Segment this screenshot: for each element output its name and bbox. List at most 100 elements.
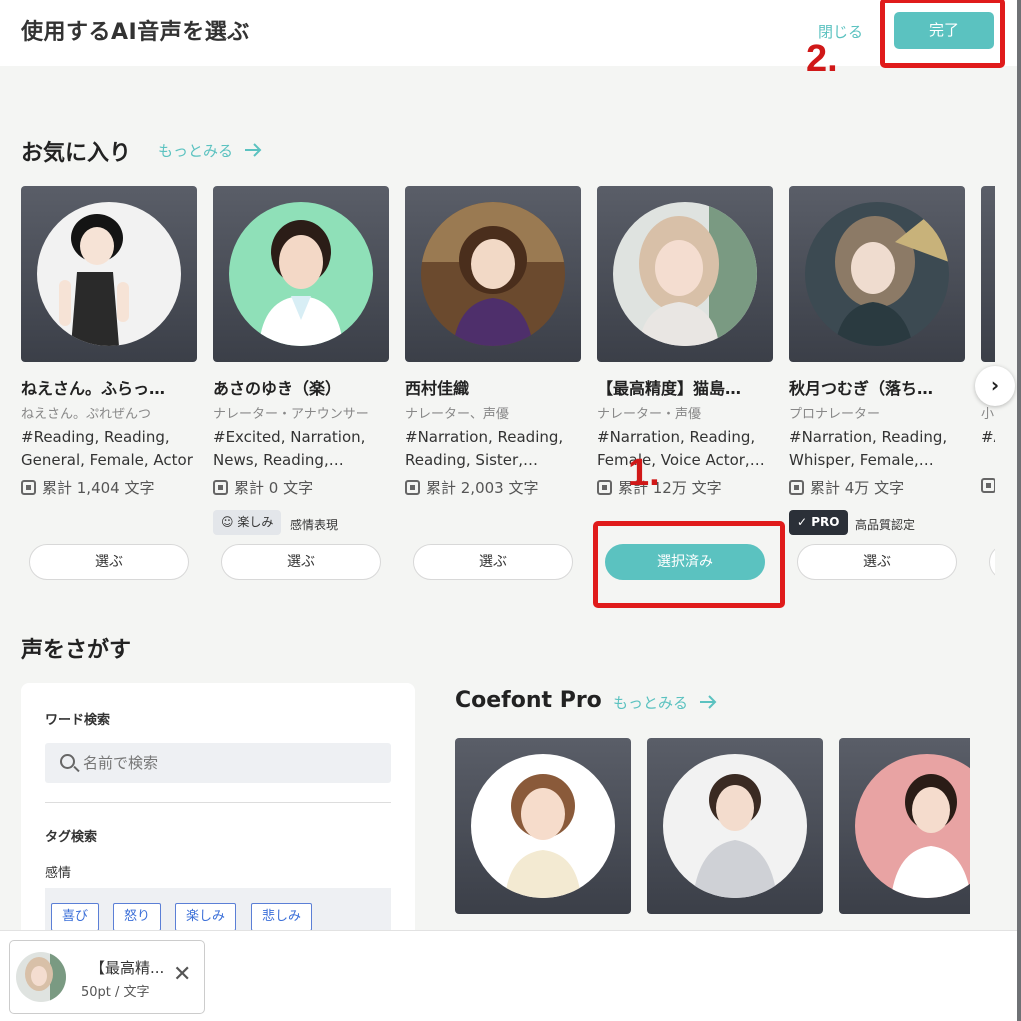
voice-count: 累計 1,404 文字 (21, 477, 154, 498)
window-edge (1017, 0, 1021, 1021)
voice-count-icon (789, 480, 804, 495)
next-carousel-button[interactable]: › (975, 366, 1015, 406)
voice-tags: #A W (981, 428, 995, 446)
search-box[interactable] (45, 743, 391, 783)
selected-voice-price: 50pt / 文字 (81, 985, 150, 1000)
voice-avatar (805, 202, 949, 346)
voice-count-text: 累計 4万 文字 (810, 479, 905, 497)
arrow-right-icon (244, 143, 262, 157)
search-section-title: 声をさがす (21, 638, 132, 663)
voice-card-image (597, 186, 773, 362)
selected-voice-chip[interactable]: 【最高精... 50pt / 文字 ✕ (9, 940, 205, 1014)
voice-card[interactable]: ねえさん。ふらっ… ねえさん。ぷれぜんつ #Reading, Reading, … (21, 186, 197, 606)
voice-avatar (613, 202, 757, 346)
header: 使用するAI音声を選ぶ 閉じる 完了 (0, 0, 1018, 66)
coefont-pro-more-link[interactable]: もっとみる (613, 692, 717, 713)
voice-count-icon (597, 480, 612, 495)
word-search-label: ワード検索 (45, 713, 111, 728)
select-button[interactable]: 選ぶ (797, 544, 957, 580)
select-button[interactable]: 選ぶ (221, 544, 381, 580)
highlight-box-selected (593, 521, 785, 608)
close-icon[interactable]: ✕ (173, 963, 191, 987)
voice-avatar (229, 202, 373, 346)
voice-count-icon (21, 480, 36, 495)
coefont-pro-more-label: もっとみる (613, 694, 689, 712)
voice-count: 累計 4万 文字 (789, 477, 904, 498)
highlight-box-done (880, 0, 1005, 68)
voice-tags: #Narration, Reading, Whisper, Female,… (789, 428, 948, 469)
voice-avatar (421, 202, 565, 346)
coefont-pro-list (455, 738, 970, 914)
step-1-label: 1. (628, 452, 660, 494)
favorites-more-link[interactable]: もっとみる (158, 140, 262, 161)
chevron-right-icon: › (990, 373, 1000, 397)
select-button[interactable]: 選ぶ (413, 544, 573, 580)
voice-name: 西村佳織 (405, 379, 470, 398)
search-input[interactable] (83, 743, 383, 783)
voice-card-image (21, 186, 197, 362)
voice-count-text: 累計 1,404 文字 (42, 479, 155, 497)
voice-tags: #Reading, Reading, General, Female, Acto… (21, 428, 193, 469)
check-badge-icon: ✓ (797, 515, 808, 529)
favorites-more-label: もっとみる (158, 142, 234, 160)
emotion-badge-caption: 感情表現 (290, 518, 339, 532)
voice-avatar (663, 754, 807, 898)
voice-role: ナレーター、声優 (405, 407, 509, 422)
pro-badge-label: PRO (811, 515, 840, 529)
arrow-right-icon (699, 695, 717, 709)
voice-card[interactable]: あさのゆき（楽） ナレーター・アナウンサー #Excited, Narratio… (213, 186, 389, 606)
search-panel: ワード検索 タグ検索 感情 喜び 怒り 楽しみ 悲しみ (21, 683, 415, 943)
emotion-badge: ☺ 楽しみ (213, 510, 282, 535)
pro-voice-card[interactable] (455, 738, 631, 914)
favorites-list: ねえさん。ふらっ… ねえさん。ぷれぜんつ #Reading, Reading, … (21, 186, 995, 606)
divider (45, 802, 391, 803)
selected-voice-name: 【最高精... (90, 959, 165, 977)
search-icon (60, 754, 75, 769)
smile-icon: ☺ (221, 515, 234, 529)
voice-count-icon (981, 478, 995, 493)
pro-badge: ✓ PRO (789, 510, 848, 535)
voice-tags: #Narration, Reading, Reading, Sister,… (405, 428, 564, 469)
select-button[interactable] (989, 544, 995, 580)
voice-card-image (789, 186, 965, 362)
selected-voice-bar: 【最高精... 50pt / 文字 ✕ (0, 930, 1018, 1021)
voice-card-image (405, 186, 581, 362)
voice-tags: #Excited, Narration, News, Reading,… (213, 428, 366, 469)
voice-avatar (855, 754, 970, 898)
tag-joy[interactable]: 喜び (51, 903, 100, 931)
emotion-badge-label: 楽しみ (237, 515, 274, 529)
voice-count-text: 累計 0 文字 (234, 479, 314, 497)
voice-role: ナレーター・アナウンサー (213, 407, 369, 422)
voice-card-image (213, 186, 389, 362)
tag-anger[interactable]: 怒り (113, 903, 162, 931)
voice-count-icon (405, 480, 420, 495)
voice-count-icon (213, 480, 228, 495)
coefont-pro-title: Coefont Pro (455, 688, 602, 713)
voice-count: 累計 2,003 文字 (405, 477, 538, 498)
voice-avatar (37, 202, 181, 346)
voice-avatar (471, 754, 615, 898)
tag-sadness[interactable]: 悲しみ (251, 903, 313, 931)
pro-voice-card[interactable] (647, 738, 823, 914)
selected-voice-avatar (16, 952, 66, 1002)
voice-count: 累計 0 文字 (213, 477, 313, 498)
select-button[interactable]: 選ぶ (29, 544, 189, 580)
voice-card[interactable]: 西村佳織 ナレーター、声優 #Narration, Reading, Readi… (405, 186, 581, 606)
emotion-label: 感情 (45, 866, 72, 881)
pro-badge-caption: 高品質認定 (855, 518, 916, 532)
voice-card-image (981, 186, 995, 362)
tag-search-label: タグ検索 (45, 830, 98, 845)
favorites-title: お気に入り (21, 141, 132, 166)
tag-fun[interactable]: 楽しみ (175, 903, 237, 931)
voice-count (981, 477, 995, 495)
voice-tags: #Narration, Reading, Female, Voice Actor… (597, 428, 765, 469)
step-2-label: 2. (806, 38, 838, 80)
voice-name: 秋月つむぎ（落ち… (789, 379, 934, 398)
voice-count-text: 累計 2,003 文字 (426, 479, 539, 497)
pro-voice-card[interactable] (839, 738, 970, 914)
voice-name: ねえさん。ふらっ… (21, 379, 166, 398)
voice-role: ナレーター・声優 (597, 407, 702, 422)
voice-card[interactable]: 秋月つむぎ（落ち… プロナレーター #Narration, Reading, W… (789, 186, 965, 606)
voice-role: プロナレーター (789, 407, 881, 422)
page-title: 使用するAI音声を選ぶ (21, 20, 250, 45)
